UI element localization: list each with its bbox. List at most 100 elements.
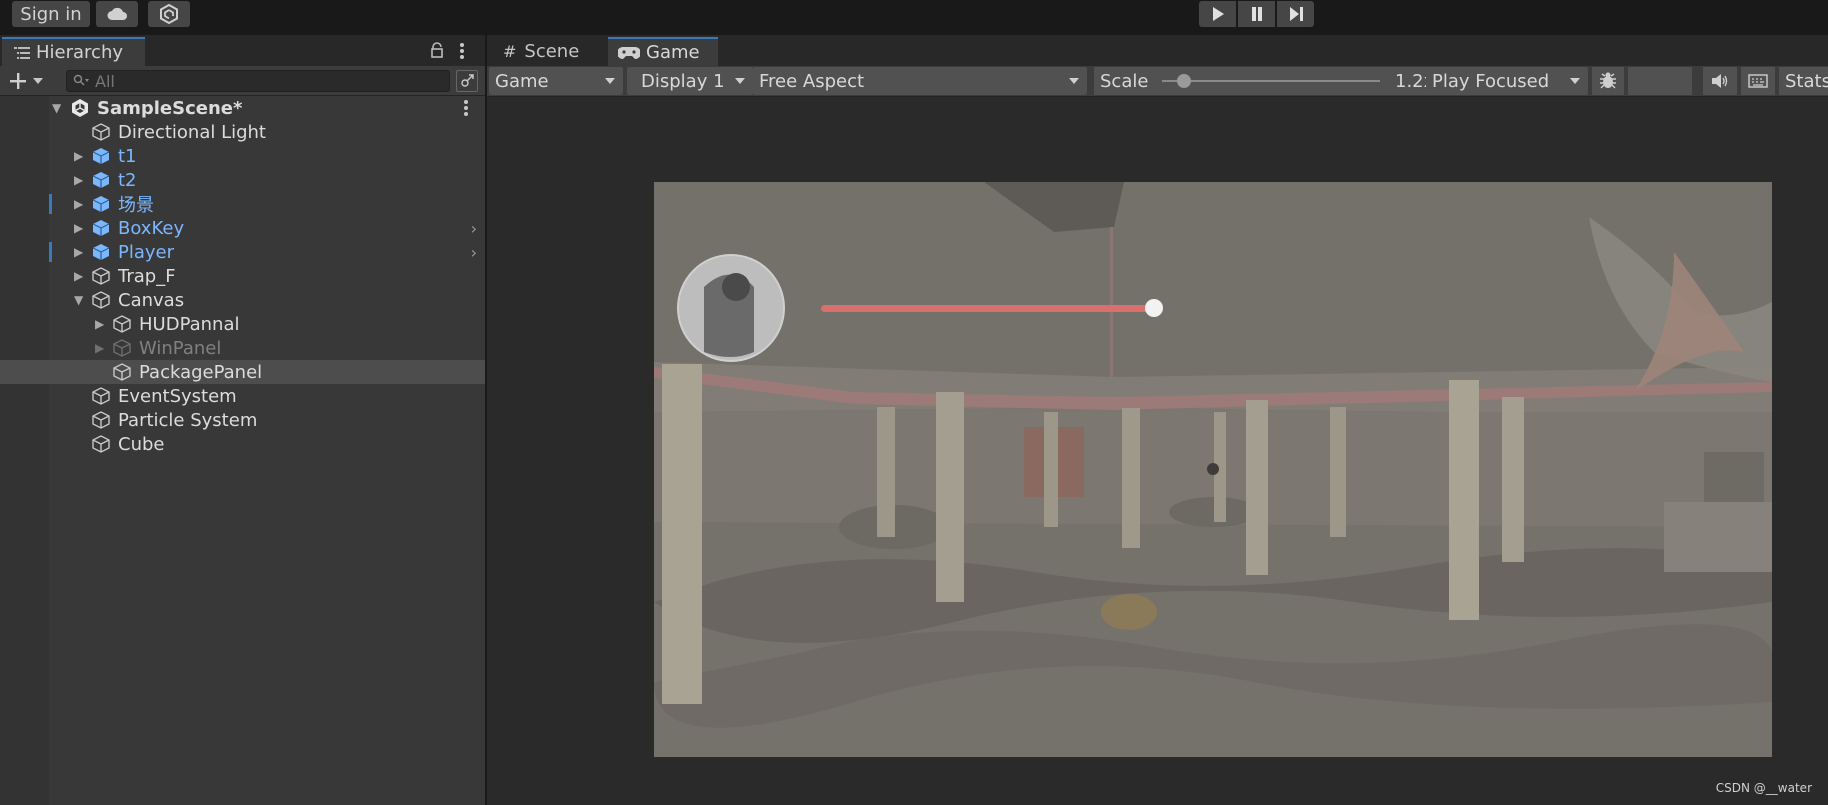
hierarchy-item-eventsystem[interactable]: EventSystem bbox=[0, 384, 485, 408]
scene-root-row[interactable]: ▼ SampleScene* bbox=[0, 96, 485, 120]
gameobject-cube-icon bbox=[113, 339, 131, 357]
tab-hierarchy[interactable]: Hierarchy bbox=[2, 37, 145, 66]
hierarchy-item-hudpannal[interactable]: ▶ HUDPannal bbox=[0, 312, 485, 336]
tab-scene-label: Scene bbox=[524, 41, 580, 62]
collapse-arrow-icon[interactable]: ▼ bbox=[74, 293, 83, 307]
scale-label: Scale bbox=[1100, 70, 1149, 92]
expand-arrow-icon[interactable]: ▶ bbox=[74, 173, 83, 187]
play-mode-value: Play Focused bbox=[1432, 70, 1550, 92]
collab-hex-icon[interactable] bbox=[148, 1, 190, 27]
pillar bbox=[662, 364, 702, 704]
hierarchy-item-t2[interactable]: ▶ t2 bbox=[0, 168, 485, 192]
hierarchy-item-trap-f[interactable]: ▶ Trap_F bbox=[0, 264, 485, 288]
scene-search-toggle[interactable] bbox=[456, 70, 478, 92]
pillar bbox=[1330, 407, 1346, 537]
play-mode-select[interactable]: Play Focused bbox=[1426, 67, 1588, 95]
pillar bbox=[1449, 380, 1479, 620]
override-marker bbox=[49, 242, 52, 262]
item-label: t2 bbox=[118, 169, 137, 191]
hierarchy-item-t1[interactable]: ▶ t1 bbox=[0, 144, 485, 168]
scale-slider-track[interactable] bbox=[1162, 74, 1380, 88]
hierarchy-tab-label: Hierarchy bbox=[36, 42, 124, 63]
aspect-select[interactable]: Free Aspect bbox=[753, 67, 1087, 95]
gameobject-cube-icon bbox=[92, 267, 110, 285]
display-value: Display 1 bbox=[641, 70, 725, 92]
pillar bbox=[1502, 397, 1524, 562]
play-icon bbox=[1212, 7, 1224, 21]
item-label: WinPanel bbox=[139, 337, 222, 359]
expand-arrow-icon[interactable]: ▶ bbox=[74, 269, 83, 283]
hierarchy-item-cube[interactable]: Cube bbox=[0, 432, 485, 456]
expand-arrow-icon[interactable]: ▶ bbox=[74, 197, 83, 211]
tab-game-label: Game bbox=[646, 42, 700, 63]
stats-button[interactable]: Stats bbox=[1779, 67, 1828, 95]
override-marker bbox=[49, 194, 52, 214]
hierarchy-item-canvas[interactable]: ▼ Canvas bbox=[0, 288, 485, 312]
bug-icon bbox=[1600, 72, 1616, 89]
hierarchy-item-boxkey[interactable]: ▶ BoxKey › bbox=[0, 216, 485, 240]
plus-icon bbox=[10, 73, 26, 89]
hierarchy-item-packagepanel[interactable]: PackagePanel bbox=[0, 360, 485, 384]
game-scene-render bbox=[654, 182, 1772, 757]
pause-icon bbox=[1251, 7, 1262, 21]
pillar bbox=[1044, 412, 1058, 527]
game-view-toolbar: Game Display 1 Free Aspect Scale 1.2x Pl… bbox=[487, 66, 1828, 97]
hierarchy-item-player[interactable]: ▶ Player › bbox=[0, 240, 485, 264]
expand-arrow-icon[interactable]: ▶ bbox=[95, 341, 104, 355]
pause-button[interactable] bbox=[1238, 1, 1275, 27]
expand-arrow-icon[interactable]: ▶ bbox=[74, 149, 83, 163]
scale-slider-thumb[interactable] bbox=[1176, 74, 1191, 88]
pillar bbox=[936, 392, 964, 602]
create-add-button[interactable] bbox=[8, 70, 48, 92]
play-button[interactable] bbox=[1199, 1, 1236, 27]
hierarchy-item-particle-system[interactable]: Particle System bbox=[0, 408, 485, 432]
cloud-icon[interactable] bbox=[96, 1, 138, 27]
tab-scene[interactable]: # Scene bbox=[493, 37, 593, 66]
display-select[interactable]: Display 1 bbox=[627, 67, 753, 95]
top-toolbar: Sign in bbox=[0, 0, 1828, 30]
expand-arrow-icon[interactable]: ▼ bbox=[52, 101, 61, 115]
chevron-down-icon bbox=[735, 78, 745, 84]
hierarchy-search-input[interactable]: All bbox=[66, 70, 450, 92]
prefab-cube-icon bbox=[92, 148, 110, 164]
lock-icon[interactable] bbox=[430, 42, 444, 58]
expand-arrow-icon[interactable]: ▶ bbox=[74, 245, 83, 259]
search-icon bbox=[73, 74, 89, 86]
unity-logo-icon bbox=[72, 99, 88, 117]
item-label: BoxKey bbox=[118, 217, 185, 239]
wall-shelf bbox=[1704, 452, 1764, 502]
hierarchy-item-directional-light[interactable]: Directional Light bbox=[0, 120, 485, 144]
aspect-value: Free Aspect bbox=[759, 70, 865, 92]
item-label: Player bbox=[118, 241, 175, 263]
shortcuts-button[interactable] bbox=[1741, 67, 1775, 95]
view-type-select[interactable]: Game bbox=[489, 67, 623, 95]
step-button[interactable] bbox=[1277, 1, 1314, 27]
hierarchy-toolbar: All bbox=[0, 66, 485, 96]
gameobject-cube-icon bbox=[113, 363, 131, 381]
game-render-frame[interactable] bbox=[654, 182, 1772, 757]
grid-hash-icon: # bbox=[503, 42, 517, 61]
hierarchy-item-winpanel[interactable]: ▶ WinPanel bbox=[0, 336, 485, 360]
mute-audio-button[interactable] bbox=[1703, 67, 1737, 95]
open-prefab-chevron-icon[interactable]: › bbox=[471, 219, 477, 238]
frame-debugger-button[interactable] bbox=[1592, 67, 1624, 95]
item-label: HUDPannal bbox=[139, 313, 240, 335]
pillar bbox=[1246, 400, 1268, 575]
open-prefab-chevron-icon[interactable]: › bbox=[471, 243, 477, 262]
ceiling bbox=[654, 182, 1772, 382]
scene-more-icon[interactable] bbox=[463, 99, 469, 117]
gamepad-icon bbox=[618, 46, 640, 59]
hierarchy-panel: Hierarchy All ▼ SampleScene* Directional… bbox=[0, 35, 485, 805]
gameobject-cube-icon bbox=[113, 315, 131, 333]
expand-arrow-icon[interactable]: ▶ bbox=[74, 221, 83, 235]
hierarchy-item-scene-prefab[interactable]: ▶ 场景 bbox=[0, 192, 485, 216]
prefab-cube-icon bbox=[92, 196, 110, 212]
more-options-icon[interactable] bbox=[459, 42, 465, 60]
expand-arrow-icon[interactable]: ▶ bbox=[95, 317, 104, 331]
sign-in-button[interactable]: Sign in bbox=[12, 1, 90, 27]
avatar-head bbox=[722, 273, 750, 301]
scene-search-icon bbox=[461, 74, 474, 87]
health-bar-fill bbox=[821, 305, 1154, 312]
tab-game[interactable]: Game bbox=[608, 37, 718, 66]
frame-input[interactable] bbox=[1628, 67, 1692, 95]
